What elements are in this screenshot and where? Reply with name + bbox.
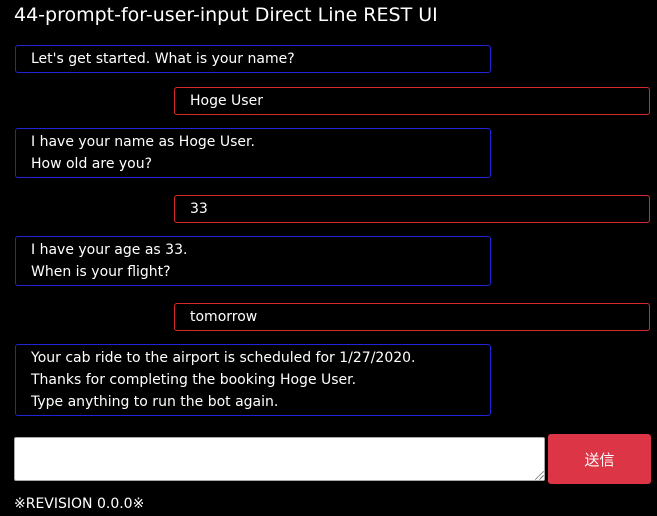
message-line: Let's get started. What is your name? [31, 51, 295, 67]
message-line: How old are you? [31, 156, 153, 172]
bot-message: Your cab ride to the airport is schedule… [15, 344, 491, 416]
user-message: tomorrow [174, 303, 650, 331]
message-line: Your cab ride to the airport is schedule… [31, 350, 416, 366]
bot-message: Let's get started. What is your name? [15, 45, 491, 73]
user-message: 33 [174, 195, 650, 223]
chat-page: 44-prompt-for-user-input Direct Line RES… [0, 0, 657, 516]
message-line: Hoge User [190, 93, 263, 109]
message-line: I have your age as 33. [31, 242, 188, 258]
send-button[interactable]: 送信 [548, 434, 651, 484]
revision-label: ※REVISION 0.0.0※ [14, 496, 145, 512]
user-message: Hoge User [174, 87, 650, 115]
bot-message: I have your name as Hoge User. How old a… [15, 128, 491, 178]
message-line: I have your name as Hoge User. [31, 134, 255, 150]
message-line: 33 [190, 201, 208, 217]
message-input[interactable] [14, 437, 545, 481]
message-line: Thanks for completing the booking Hoge U… [31, 372, 357, 388]
message-line: tomorrow [190, 309, 258, 325]
bot-message: I have your age as 33. When is your flig… [15, 236, 491, 286]
message-line: When is your flight? [31, 264, 171, 280]
page-title: 44-prompt-for-user-input Direct Line RES… [14, 4, 438, 26]
message-line: Type anything to run the bot again. [31, 394, 279, 410]
